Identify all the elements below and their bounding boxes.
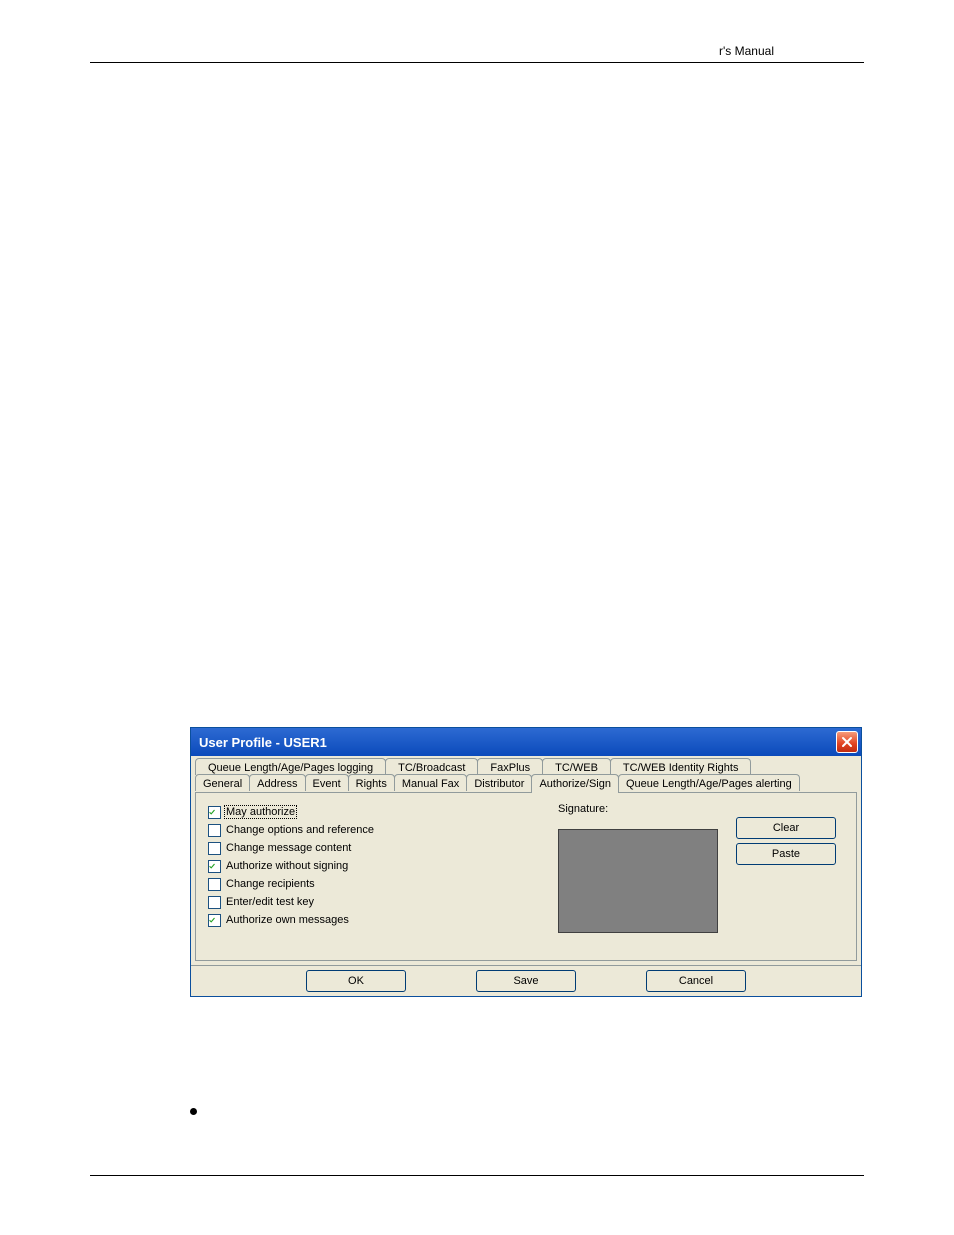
tab-queue-length-age-pages-alerting[interactable]: Queue Length/Age/Pages alerting xyxy=(618,774,800,791)
checkbox-box[interactable] xyxy=(208,860,221,873)
checkbox-box[interactable] xyxy=(208,824,221,837)
checkbox-label: May authorize xyxy=(224,805,297,819)
tab-page-authorize-sign: May authorize Change options and referenc… xyxy=(195,792,857,961)
tab-queue-length-age-pages-logging[interactable]: Queue Length/Age/Pages logging xyxy=(195,758,386,775)
checkbox-label: Change options and reference xyxy=(226,824,374,836)
signature-label: Signature: xyxy=(558,803,618,815)
tab-faxplus[interactable]: FaxPlus xyxy=(477,758,543,775)
checkbox-box[interactable] xyxy=(208,896,221,909)
titlebar[interactable]: User Profile - USER1 xyxy=(191,728,861,756)
cancel-button[interactable]: Cancel xyxy=(646,970,746,992)
checkbox-change-recipients[interactable]: Change recipients xyxy=(208,875,558,893)
checkbox-box[interactable] xyxy=(208,914,221,927)
tab-general[interactable]: General xyxy=(195,774,250,791)
bullet-icon xyxy=(190,1108,197,1115)
tab-manual-fax[interactable]: Manual Fax xyxy=(394,774,467,791)
checkbox-authorize-own-messages[interactable]: Authorize own messages xyxy=(208,911,558,929)
checkbox-enter-edit-test-key[interactable]: Enter/edit test key xyxy=(208,893,558,911)
checkbox-label: Change recipients xyxy=(226,878,315,890)
tab-rights[interactable]: Rights xyxy=(348,774,395,791)
clear-button[interactable]: Clear xyxy=(736,817,836,839)
tab-tc-broadcast[interactable]: TC/Broadcast xyxy=(385,758,478,775)
user-profile-dialog: User Profile - USER1 Queue Length/Age/Pa… xyxy=(190,727,862,997)
tab-distributor[interactable]: Distributor xyxy=(466,774,532,791)
page-footer-rule xyxy=(90,1175,864,1176)
checkbox-may-authorize[interactable]: May authorize xyxy=(208,803,558,821)
checkbox-authorize-without-signing[interactable]: Authorize without signing xyxy=(208,857,558,875)
authorize-options-group: May authorize Change options and referenc… xyxy=(208,803,558,933)
checkbox-label: Authorize without signing xyxy=(226,860,348,872)
checkbox-box[interactable] xyxy=(208,842,221,855)
page-header-text: r's Manual xyxy=(719,44,774,58)
close-button[interactable] xyxy=(836,731,858,753)
tab-authorize-sign[interactable]: Authorize/Sign xyxy=(531,774,619,793)
checkbox-box[interactable] xyxy=(208,878,221,891)
tab-tc-web-identity-rights[interactable]: TC/WEB Identity Rights xyxy=(610,758,752,775)
paste-button[interactable]: Paste xyxy=(736,843,836,865)
checkbox-box[interactable] xyxy=(208,806,221,819)
checkbox-label: Change message content xyxy=(226,842,351,854)
save-button[interactable]: Save xyxy=(476,970,576,992)
window-title: User Profile - USER1 xyxy=(199,735,836,750)
checkbox-label: Enter/edit test key xyxy=(226,896,314,908)
checkbox-label: Authorize own messages xyxy=(226,914,349,926)
document-page: r's Manual User Profile - USER1 Queue Le… xyxy=(0,0,954,1235)
dialog-button-bar: OK Save Cancel xyxy=(191,965,861,996)
close-icon xyxy=(841,736,853,748)
checkbox-change-options-and-reference[interactable]: Change options and reference xyxy=(208,821,558,839)
tab-event[interactable]: Event xyxy=(305,774,349,791)
tab-strip: Queue Length/Age/Pages loggingTC/Broadca… xyxy=(191,756,861,793)
page-header-rule xyxy=(90,62,864,63)
tab-tc-web[interactable]: TC/WEB xyxy=(542,758,611,775)
checkbox-change-message-content[interactable]: Change message content xyxy=(208,839,558,857)
signature-preview xyxy=(558,829,718,933)
tab-address[interactable]: Address xyxy=(249,774,305,791)
ok-button[interactable]: OK xyxy=(306,970,406,992)
